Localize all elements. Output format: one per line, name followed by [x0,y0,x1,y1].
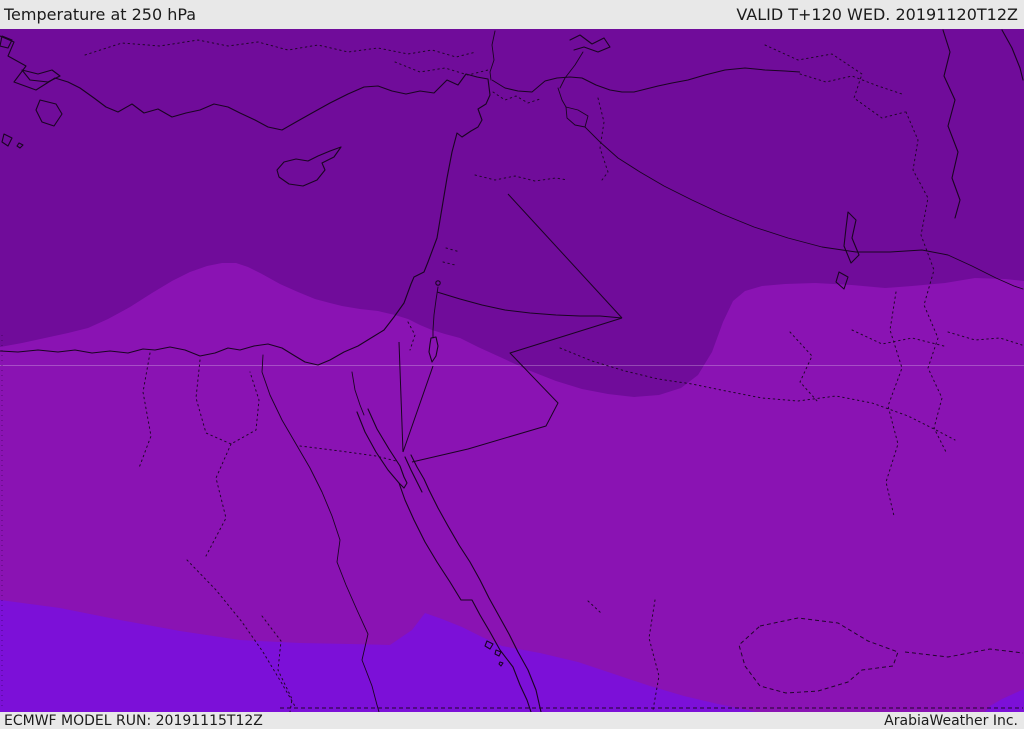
map-canvas [0,29,1024,712]
temperature-bands [0,29,1024,712]
model-run-label: ECMWF MODEL RUN: 20191115T12Z [4,712,263,729]
weather-map-app: Temperature at 250 hPa VALID T+120 WED. … [0,0,1024,729]
footer-bar: ECMWF MODEL RUN: 20191115T12Z ArabiaWeat… [0,712,1024,729]
weather-map [0,29,1024,712]
company-label: ArabiaWeather Inc. [884,712,1018,729]
page-title: Temperature at 250 hPa [4,4,197,24]
valid-time-label: VALID T+120 WED. 20191120T12Z [736,4,1018,24]
header-bar: Temperature at 250 hPa VALID T+120 WED. … [0,0,1024,29]
